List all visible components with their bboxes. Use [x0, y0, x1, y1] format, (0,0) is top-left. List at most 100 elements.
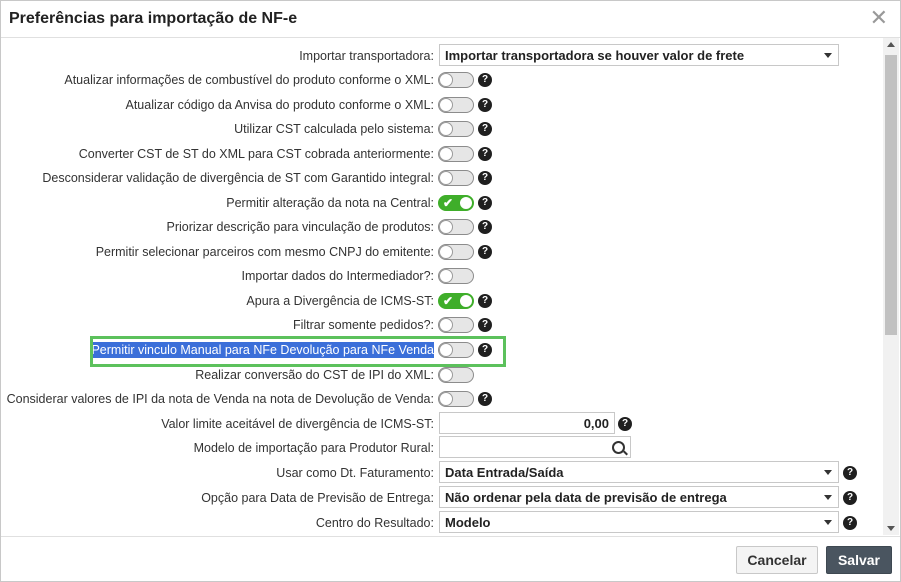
help-icon[interactable]: ?	[478, 147, 492, 161]
help-icon[interactable]: ?	[843, 491, 857, 505]
toggle-knob	[439, 269, 453, 283]
cancel-button[interactable]: Cancelar	[736, 546, 818, 574]
setting-label: Permitir alteração da nota na Central:	[226, 196, 434, 210]
scroll-down-icon[interactable]	[887, 526, 895, 531]
search-input[interactable]	[439, 436, 631, 458]
value-input[interactable]: 0,00	[439, 412, 615, 434]
setting-label: Permitir selecionar parceiros com mesmo …	[95, 245, 434, 259]
setting-toggle[interactable]	[438, 268, 474, 284]
setting-row: Valor limite aceitável de divergência de…	[1, 412, 883, 436]
setting-row: Importar dados do Intermediador?:	[1, 264, 883, 288]
setting-select[interactable]: Modelo	[439, 511, 839, 533]
select-value: Importar transportadora se houver valor …	[445, 48, 745, 63]
preferences-form: Importar transportadora: Importar transpo…	[1, 38, 883, 535]
toggle-knob	[439, 318, 453, 332]
help-icon[interactable]: ?	[478, 98, 492, 112]
preferences-dialog: Preferências para importação de NF-e ✕ I…	[0, 0, 901, 582]
setting-label: Utilizar CST calculada pelo sistema:	[234, 122, 434, 136]
setting-toggle[interactable]	[438, 121, 474, 137]
help-icon[interactable]: ?	[478, 73, 492, 87]
setting-label: Atualizar código da Anvisa do produto co…	[125, 98, 434, 112]
toggle-knob	[439, 392, 453, 406]
toggle-knob	[439, 147, 453, 161]
chevron-down-icon	[824, 495, 832, 500]
setting-label: Desconsiderar validação de divergência d…	[42, 171, 434, 185]
close-icon[interactable]: ✕	[870, 5, 888, 31]
setting-row: Importar transportadora: Importar transpo…	[1, 44, 883, 68]
setting-select[interactable]: Importar transportadora se houver valor …	[439, 44, 839, 66]
dialog-title: Preferências para importação de NF-e	[9, 10, 298, 27]
setting-label: Considerar valores de IPI da nota de Ven…	[6, 392, 434, 406]
chevron-down-icon	[824, 470, 832, 475]
chevron-down-icon	[824, 520, 832, 525]
check-icon: ✔	[443, 196, 454, 210]
setting-row: Opção para Data de Previsão de Entrega: N…	[1, 486, 883, 510]
help-icon[interactable]: ?	[478, 245, 492, 259]
scroll-up-icon[interactable]	[887, 42, 895, 47]
setting-row: Permitir selecionar parceiros com mesmo …	[1, 240, 883, 264]
setting-row: Apura a Divergência de ICMS-ST: ✔?	[1, 289, 883, 313]
setting-label: Apura a Divergência de ICMS-ST:	[246, 294, 434, 308]
help-icon[interactable]: ?	[478, 122, 492, 136]
setting-row: Utilizar CST calculada pelo sistema:?	[1, 117, 883, 141]
setting-label: Converter CST de ST do XML para CST cobr…	[78, 147, 434, 161]
help-icon[interactable]: ?	[478, 220, 492, 234]
setting-toggle[interactable]	[438, 72, 474, 88]
toggle-knob	[439, 220, 453, 234]
toggle-knob	[459, 196, 473, 210]
setting-row: Considerar valores de IPI da nota de Ven…	[1, 387, 883, 411]
setting-label: Modelo de importação para Produtor Rural…	[193, 441, 434, 455]
setting-toggle[interactable]	[438, 146, 474, 162]
setting-select[interactable]: Não ordenar pela data de previsão de ent…	[439, 486, 839, 508]
setting-toggle[interactable]	[438, 391, 474, 407]
setting-label: Filtrar somente pedidos?:	[292, 318, 434, 332]
select-value: Não ordenar pela data de previsão de ent…	[445, 490, 727, 505]
setting-row: Atualizar código da Anvisa do produto co…	[1, 93, 883, 117]
scroll-thumb[interactable]	[885, 55, 897, 335]
select-value: Modelo	[445, 515, 491, 530]
setting-row: Permitir alteração da nota na Central: ✔?	[1, 191, 883, 215]
help-icon[interactable]: ?	[843, 466, 857, 480]
setting-toggle[interactable]	[438, 219, 474, 235]
search-icon[interactable]	[612, 441, 625, 454]
check-icon: ✔	[443, 294, 454, 308]
help-icon[interactable]: ?	[478, 196, 492, 210]
help-icon[interactable]: ?	[843, 516, 857, 530]
setting-toggle[interactable]: ✔	[438, 195, 474, 211]
save-button[interactable]: Salvar	[826, 546, 892, 574]
help-icon[interactable]: ?	[478, 318, 492, 332]
highlight-box	[90, 336, 506, 367]
setting-row: Modelo de importação para Produtor Rural…	[1, 436, 883, 460]
setting-row: Priorizar descrição para vinculação de p…	[1, 215, 883, 239]
setting-toggle[interactable]	[438, 97, 474, 113]
setting-row: Converter CST de ST do XML para CST cobr…	[1, 142, 883, 166]
setting-toggle[interactable]	[438, 244, 474, 260]
setting-row: Atualizar informações de combustível do …	[1, 68, 883, 92]
toggle-knob	[439, 368, 453, 382]
help-icon[interactable]: ?	[478, 294, 492, 308]
setting-row: Filtrar somente pedidos?:?	[1, 313, 883, 337]
setting-row: Desconsiderar validação de divergência d…	[1, 166, 883, 190]
setting-row: Centro do Resultado: Modelo?	[1, 511, 883, 535]
help-icon[interactable]: ?	[478, 171, 492, 185]
setting-toggle[interactable]	[438, 170, 474, 186]
toggle-knob	[439, 245, 453, 259]
setting-label: Atualizar informações de combustível do …	[64, 73, 434, 87]
setting-label: Importar dados do Intermediador?:	[241, 269, 434, 283]
toggle-knob	[459, 294, 473, 308]
dialog-header: Preferências para importação de NF-e ✕	[1, 1, 900, 38]
setting-select[interactable]: Data Entrada/Saída	[439, 461, 839, 483]
help-icon[interactable]: ?	[618, 417, 632, 431]
setting-label: Priorizar descrição para vinculação de p…	[166, 220, 435, 234]
setting-row: Usar como Dt. Faturamento: Data Entrada/S…	[1, 461, 883, 485]
toggle-knob	[439, 171, 453, 185]
setting-toggle[interactable]	[438, 317, 474, 333]
setting-label: Valor limite aceitável de divergência de…	[161, 417, 434, 431]
vertical-scrollbar[interactable]	[883, 38, 899, 535]
setting-label: Opção para Data de Previsão de Entrega:	[201, 491, 434, 505]
dialog-footer: Cancelar Salvar	[1, 536, 900, 582]
help-icon[interactable]: ?	[478, 392, 492, 406]
setting-toggle[interactable]	[438, 367, 474, 383]
setting-label: Centro do Resultado:	[315, 516, 434, 530]
setting-toggle[interactable]: ✔	[438, 293, 474, 309]
